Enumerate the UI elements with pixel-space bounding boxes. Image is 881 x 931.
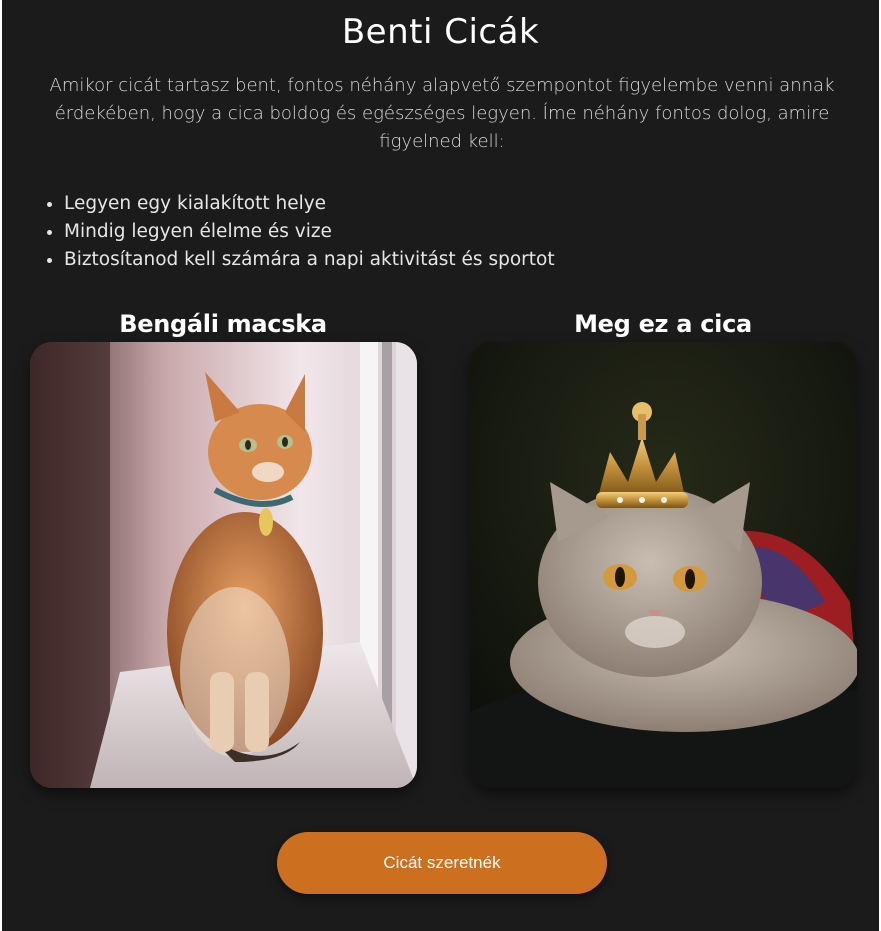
list-item: Biztosítanod kell számára a napi aktivit… [64,246,555,274]
card-title-crown-cat: Meg ez a cica [574,310,752,338]
page: Benti Cicák Amikor cicát tartasz bent, f… [2,0,879,931]
list-item: Legyen egy kialakított helye [64,190,555,218]
crown-cat-photo [470,342,857,788]
card-title-bengal: Bengáli macska [119,310,327,338]
tips-list: Legyen egy kialakított helye Mindig legy… [46,190,555,274]
list-item: Mindig legyen élelme és vize [64,218,555,246]
bengal-cat-photo [30,342,417,788]
intro-paragraph: Amikor cicát tartasz bent, fontos néhány… [49,75,835,152]
page-title: Benti Cicák [341,12,540,52]
want-cat-button[interactable]: Cicát szeretnék [277,832,607,894]
